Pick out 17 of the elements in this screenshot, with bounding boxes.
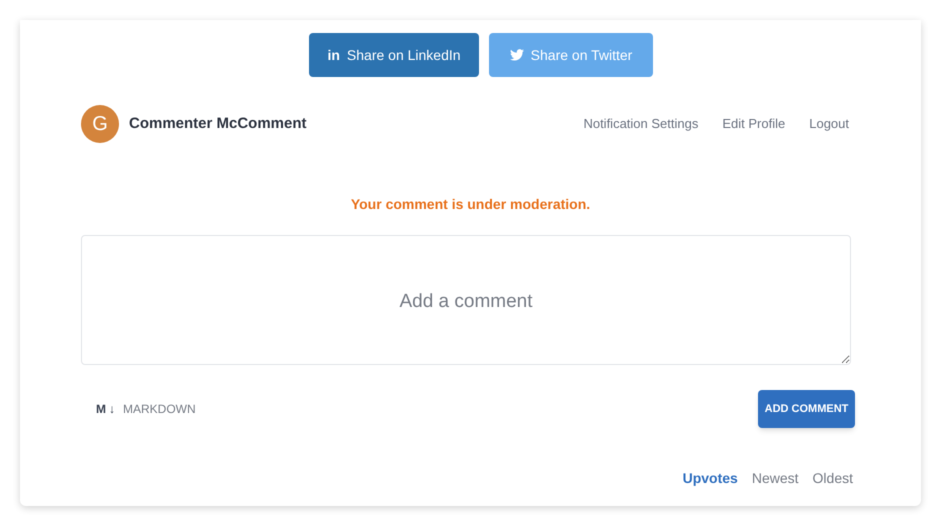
user-link[interactable]: Edit Profile [722, 114, 786, 134]
sort-option[interactable]: Oldest [812, 468, 853, 489]
linkedin-share-button[interactable]: in Share on LinkedIn [309, 33, 479, 77]
twitter-share-button[interactable]: Share on Twitter [489, 33, 653, 77]
markdown-label[interactable]: MARKDOWN [123, 400, 196, 418]
add-comment-button[interactable]: ADD COMMENT [758, 390, 855, 428]
user-link[interactable]: Logout [809, 114, 849, 134]
linkedin-icon: in [327, 44, 340, 66]
sort-option[interactable]: Newest [752, 468, 799, 489]
avatar: G [81, 105, 119, 143]
comment-field[interactable]: Add a comment [81, 235, 851, 365]
moderation-notice: Your comment is under moderation. [350, 195, 590, 214]
bird-icon [510, 49, 524, 61]
user-name: Commenter McComment [129, 114, 307, 134]
markdown-icon: M ↓ [96, 400, 115, 418]
sort-option[interactable]: Upvotes [682, 468, 738, 489]
user-link[interactable]: Notification Settings [583, 114, 698, 134]
